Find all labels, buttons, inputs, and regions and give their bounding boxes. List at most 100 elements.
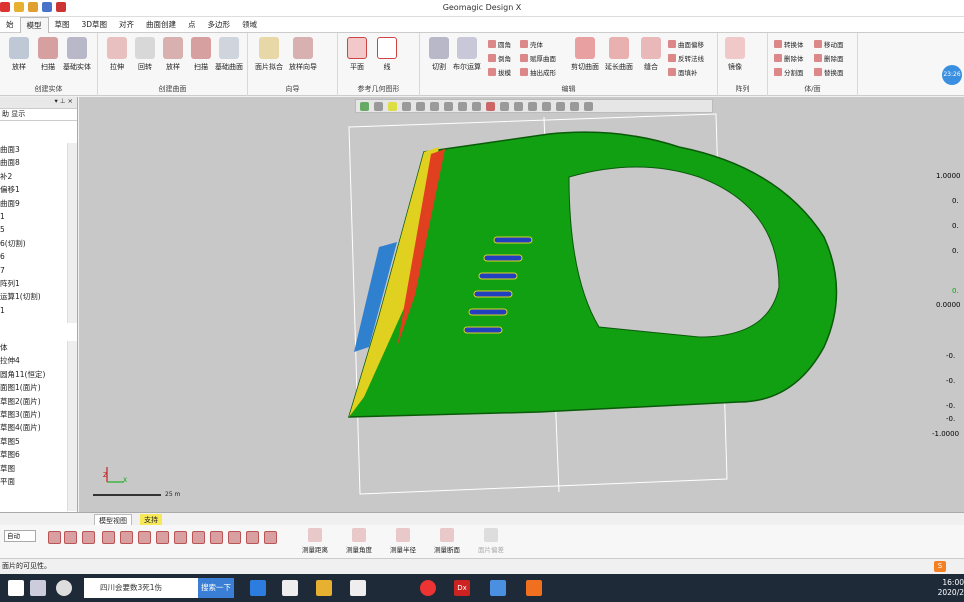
app-blue-icon[interactable] — [490, 580, 506, 596]
tree-item[interactable]: 5 — [0, 223, 66, 236]
design-x-icon[interactable]: Dx — [454, 580, 470, 596]
folder-icon[interactable] — [316, 580, 332, 596]
mesh-deviation-button[interactable]: 面片偏差 — [474, 528, 508, 554]
tray-clock[interactable]: 16:00 2020/2 — [934, 578, 964, 598]
filter-icon-13[interactable] — [264, 531, 277, 544]
tab-model[interactable]: 模型 — [19, 16, 49, 33]
tree-item[interactable]: 偏移1 — [0, 183, 66, 196]
filter-icon-1[interactable] — [48, 531, 61, 544]
help-tab[interactable]: 助 — [2, 110, 9, 118]
filter-icon-10[interactable] — [210, 531, 223, 544]
task-view-icon[interactable] — [30, 580, 46, 596]
tree-item[interactable]: 圆角11(恒定) — [0, 368, 66, 381]
move-face-button[interactable]: 移动面 — [814, 39, 844, 49]
tree-item[interactable]: 草图2(面片) — [0, 395, 66, 408]
chamfer-button[interactable]: 倒角 — [488, 53, 511, 63]
tree-item[interactable]: 草图3(面片) — [0, 408, 66, 421]
draft-button[interactable]: 拔模 — [488, 67, 511, 77]
tree-item[interactable]: 阵列1 — [0, 277, 66, 290]
display-tab[interactable]: 显示 — [11, 110, 25, 118]
taskbar-search-button[interactable]: 搜索一下 — [198, 578, 234, 598]
mesh-fit-button[interactable]: 面片拟合 — [254, 37, 284, 72]
revolve-surface-button[interactable]: 回转 — [130, 37, 160, 72]
thicken-button[interactable]: 赋厚曲面 — [520, 53, 556, 63]
surface-offset-button[interactable]: 曲面偏移 — [668, 39, 704, 49]
emboss-button[interactable]: 抽出成形 — [520, 67, 556, 77]
measure-angle-button[interactable]: 测量角度 — [342, 528, 376, 554]
filter-icon-11[interactable] — [228, 531, 241, 544]
filter-icon-4[interactable] — [102, 531, 115, 544]
tree-item[interactable]: 拉伸4 — [0, 354, 66, 367]
3d-viewport[interactable]: Z X 25 m 1.0000 0. 0. 0. 0. 0.0000 -0. -… — [79, 97, 964, 512]
filter-icon-3[interactable] — [82, 531, 95, 544]
tab-start[interactable]: 始 — [0, 17, 20, 33]
measure-distance-button[interactable]: 测量距离 — [298, 528, 332, 554]
tab-surface-create[interactable]: 曲面创建 — [140, 17, 182, 33]
face-fill-button[interactable]: 面填补 — [668, 67, 698, 77]
tree-item[interactable]: 草图6 — [0, 448, 66, 461]
extend-surface-button[interactable]: 延长曲面 — [604, 37, 634, 72]
measure-section-button[interactable]: 测量断面 — [430, 528, 464, 554]
replace-face-button[interactable]: 替换面 — [814, 67, 844, 77]
filter-icon-12[interactable] — [246, 531, 259, 544]
tree-item[interactable]: 体 — [0, 341, 66, 354]
tab-align[interactable]: 对齐 — [113, 17, 140, 33]
filter-icon-8[interactable] — [174, 531, 187, 544]
reverse-normal-button[interactable]: 反转法线 — [668, 53, 704, 63]
tree-item[interactable]: 1 — [0, 304, 66, 317]
boolean-button[interactable]: 布尔运算 — [452, 37, 482, 72]
filter-icon-9[interactable] — [192, 531, 205, 544]
trim-surface-button[interactable]: 剪切曲面 — [570, 37, 600, 72]
tab-point[interactable]: 点 — [182, 17, 202, 33]
loft-solid-button[interactable]: 放样 — [4, 37, 34, 72]
mirror-button[interactable]: 镜像 — [720, 37, 750, 72]
base-surface-button[interactable]: 基础曲面 — [214, 37, 244, 72]
filter-icon-6[interactable] — [138, 531, 151, 544]
shell-button[interactable]: 壳体 — [520, 39, 543, 49]
base-solid-button[interactable]: 基础实体 — [62, 37, 92, 72]
tree-item[interactable]: 6(切割) — [0, 237, 66, 250]
convert-body-button[interactable]: 转换体 — [774, 39, 804, 49]
ime-icon[interactable]: S — [934, 561, 946, 572]
extrude-surface-button[interactable]: 拉伸 — [102, 37, 132, 72]
tree-item[interactable]: 曲面3 — [0, 143, 66, 156]
filter-icon-7[interactable] — [156, 531, 169, 544]
loft-surface-button[interactable]: 放样 — [158, 37, 188, 72]
tree-item[interactable]: 草图4(面片) — [0, 421, 66, 434]
mail-icon[interactable] — [350, 580, 366, 596]
plane-button[interactable]: 平面 — [342, 37, 372, 72]
tree-item[interactable]: 补2 — [0, 170, 66, 183]
sweep-solid-button[interactable]: 扫描 — [33, 37, 63, 72]
tree-item[interactable]: 6 — [0, 250, 66, 263]
tree-item[interactable]: 草图 — [0, 462, 66, 475]
stitch-button[interactable]: 缝合 — [636, 37, 666, 72]
delete-face-button[interactable]: 删除面 — [814, 53, 844, 63]
tree-item[interactable]: 曲面8 — [0, 156, 66, 169]
fan-icon[interactable] — [56, 580, 72, 596]
line-button[interactable]: 线 — [372, 37, 402, 72]
tab-polygon[interactable]: 多边形 — [202, 17, 237, 33]
start-icon[interactable] — [8, 580, 24, 596]
tree-item[interactable]: 运算1(切割) — [0, 290, 66, 303]
filter-icon-5[interactable] — [120, 531, 133, 544]
tree-bottom-scrollbar[interactable] — [67, 341, 77, 511]
filter-icon-2[interactable] — [64, 531, 77, 544]
tree-item[interactable]: 7 — [0, 264, 66, 277]
tree-item[interactable]: 平面 — [0, 475, 66, 488]
auto-select[interactable]: 自动 — [4, 530, 36, 542]
delete-body-button[interactable]: 删除体 — [774, 53, 804, 63]
tab-region[interactable]: 领域 — [236, 17, 263, 33]
cut-button[interactable]: 切割 — [424, 37, 454, 72]
app-orange-icon[interactable] — [526, 580, 542, 596]
split-face-button[interactable]: 分割面 — [774, 67, 804, 77]
tree-item[interactable]: 1 — [0, 210, 66, 223]
fillet-button[interactable]: 圆角 — [488, 39, 511, 49]
measure-radius-button[interactable]: 测量半径 — [386, 528, 420, 554]
tab-sketch[interactable]: 草图 — [49, 17, 76, 33]
tree-item[interactable]: 曲面9 — [0, 197, 66, 210]
tree-item[interactable]: 面图1(面片) — [0, 381, 66, 394]
loft-wizard-button[interactable]: 放样向导 — [288, 37, 318, 72]
app-red-icon[interactable] — [420, 580, 436, 596]
tab-3d-sketch[interactable]: 3D草图 — [76, 17, 114, 33]
edge-icon[interactable] — [250, 580, 266, 596]
